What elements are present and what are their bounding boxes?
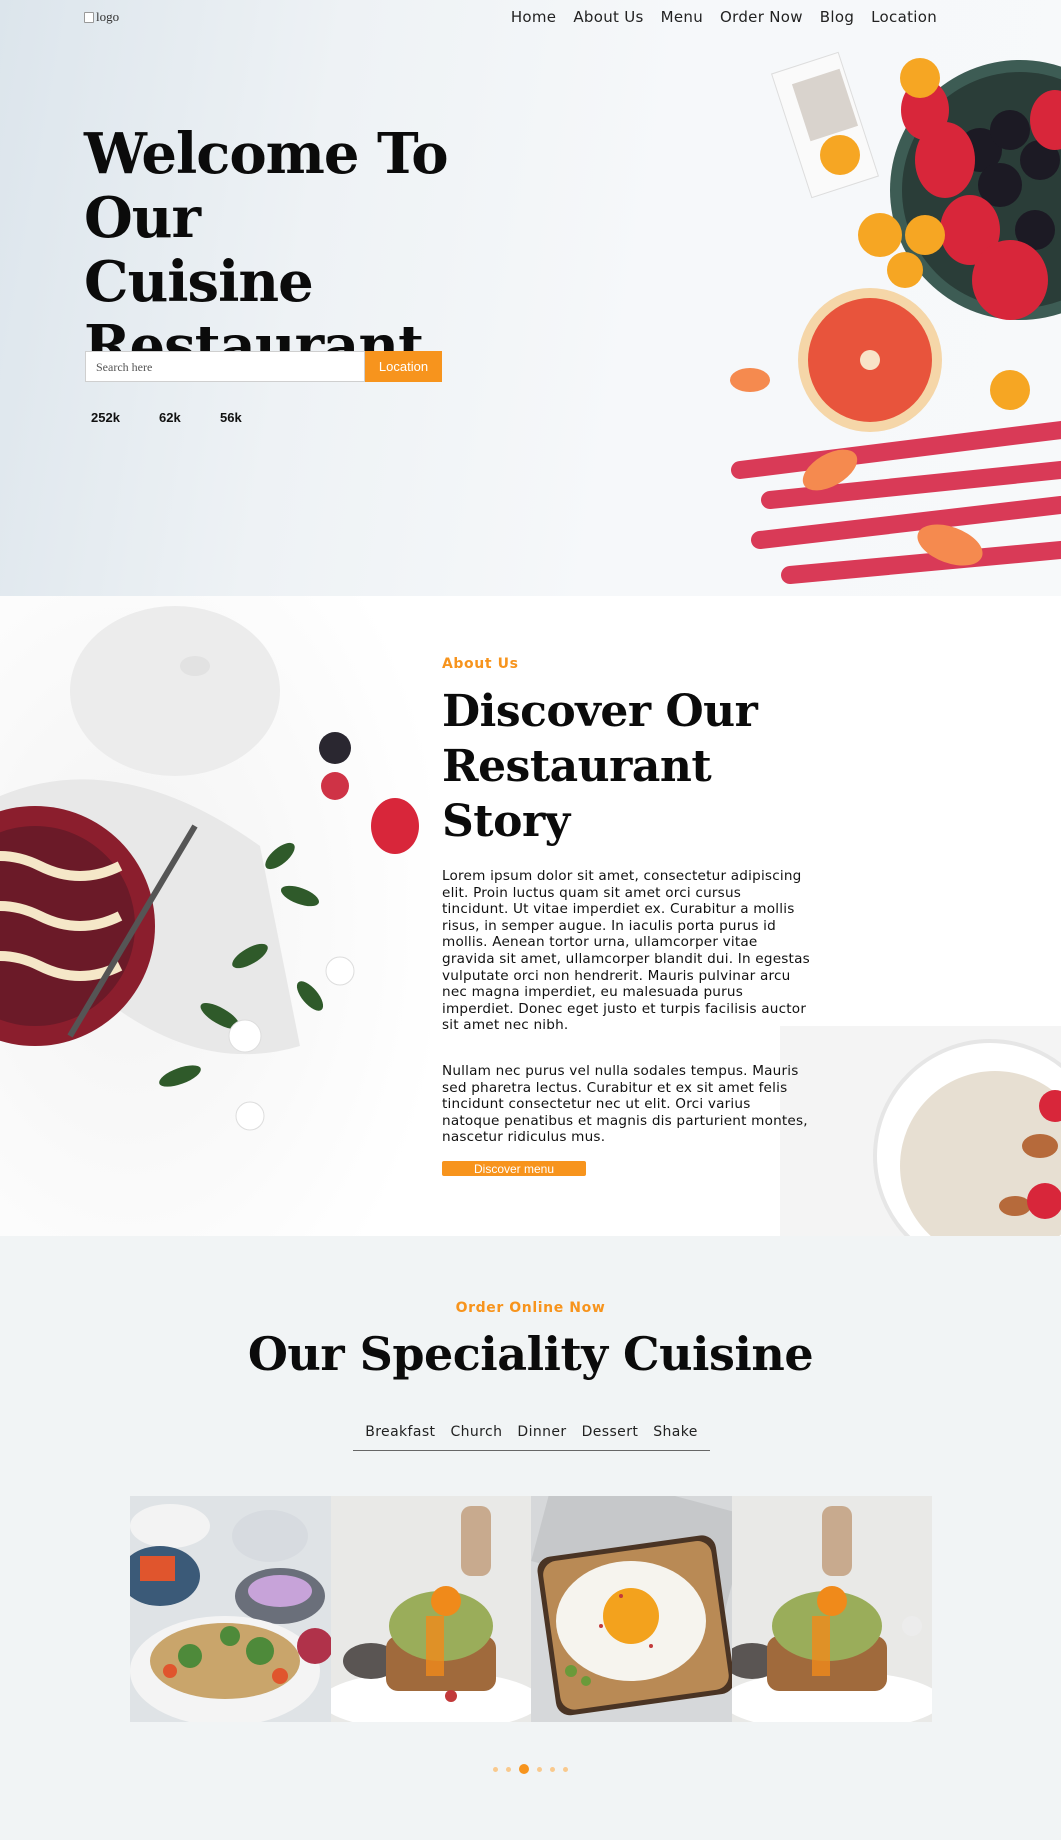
dish-image-fried-egg-toast[interactable]	[531, 1496, 732, 1722]
carousel-dot[interactable]	[563, 1766, 568, 1772]
menu-category-tabs: Breakfast Church Dinner Dessert Shake	[353, 1424, 710, 1451]
nav-about-link[interactable]: About Us	[573, 8, 643, 26]
hero-title: Welcome To Our Cuisine Restaurant	[84, 122, 564, 378]
about-paragraph-1: Lorem ipsum dolor sit amet, consectetur …	[442, 868, 810, 1034]
dish-carousel	[130, 1496, 932, 1722]
tab-church[interactable]: Church	[450, 1424, 502, 1450]
dish-image-salad-bowl[interactable]	[130, 1496, 331, 1722]
hero-section: logo Home About Us Menu Order Now Blog L…	[0, 0, 1061, 596]
dish-image-avocado-toast-2[interactable]	[731, 1496, 932, 1722]
about-title-line-2: Restaurant	[442, 741, 712, 792]
carousel-dot[interactable]	[506, 1766, 511, 1772]
tab-dessert[interactable]: Dessert	[582, 1424, 639, 1450]
hero-title-line-1: Welcome To Our	[84, 121, 449, 251]
stat-1: 252k	[91, 410, 120, 425]
tab-dinner[interactable]: Dinner	[517, 1424, 566, 1450]
about-title-line-1: Discover Our	[442, 686, 758, 737]
carousel-dots	[0, 1764, 1061, 1774]
tab-shake[interactable]: Shake	[653, 1424, 698, 1450]
carousel-dot[interactable]	[537, 1766, 542, 1772]
nav-home-link[interactable]: Home	[511, 8, 557, 26]
broken-image-icon	[84, 11, 94, 23]
dish-image-avocado-toast-1[interactable]	[330, 1496, 531, 1722]
stat-3: 56k	[220, 410, 242, 425]
about-kicker: About Us	[442, 656, 519, 672]
location-search-button[interactable]: Location	[365, 351, 442, 382]
carousel-dot-active[interactable]	[519, 1764, 529, 1774]
speciality-title: Our Speciality Cuisine	[247, 1327, 814, 1381]
speciality-section: Order Online Now Our Speciality Cuisine …	[0, 1236, 1061, 1840]
about-paragraph-2: Nullam nec purus vel nulla sodales tempu…	[442, 1063, 808, 1146]
about-title: Discover Our Restaurant Story	[442, 684, 782, 849]
search-input[interactable]: Search here	[85, 351, 365, 382]
about-section: About Us Discover Our Restaurant Story L…	[0, 596, 1061, 1236]
hero-title-line-2: Cuisine	[84, 249, 314, 315]
carousel-dot[interactable]	[550, 1766, 555, 1772]
carousel-dot[interactable]	[493, 1766, 498, 1772]
speciality-kicker: Order Online Now	[455, 1300, 606, 1316]
tab-breakfast[interactable]: Breakfast	[365, 1424, 435, 1450]
hero-fruit-image	[730, 51, 1061, 584]
oatmeal-bowl-image	[780, 1026, 1061, 1236]
logo-alt-text: logo	[96, 9, 120, 24]
stat-2: 62k	[159, 410, 181, 425]
discover-menu-button[interactable]: Discover menu	[442, 1161, 586, 1176]
logo[interactable]: logo	[84, 9, 119, 25]
pie-dessert-image	[0, 596, 430, 1236]
about-title-line-3: Story	[442, 796, 570, 847]
